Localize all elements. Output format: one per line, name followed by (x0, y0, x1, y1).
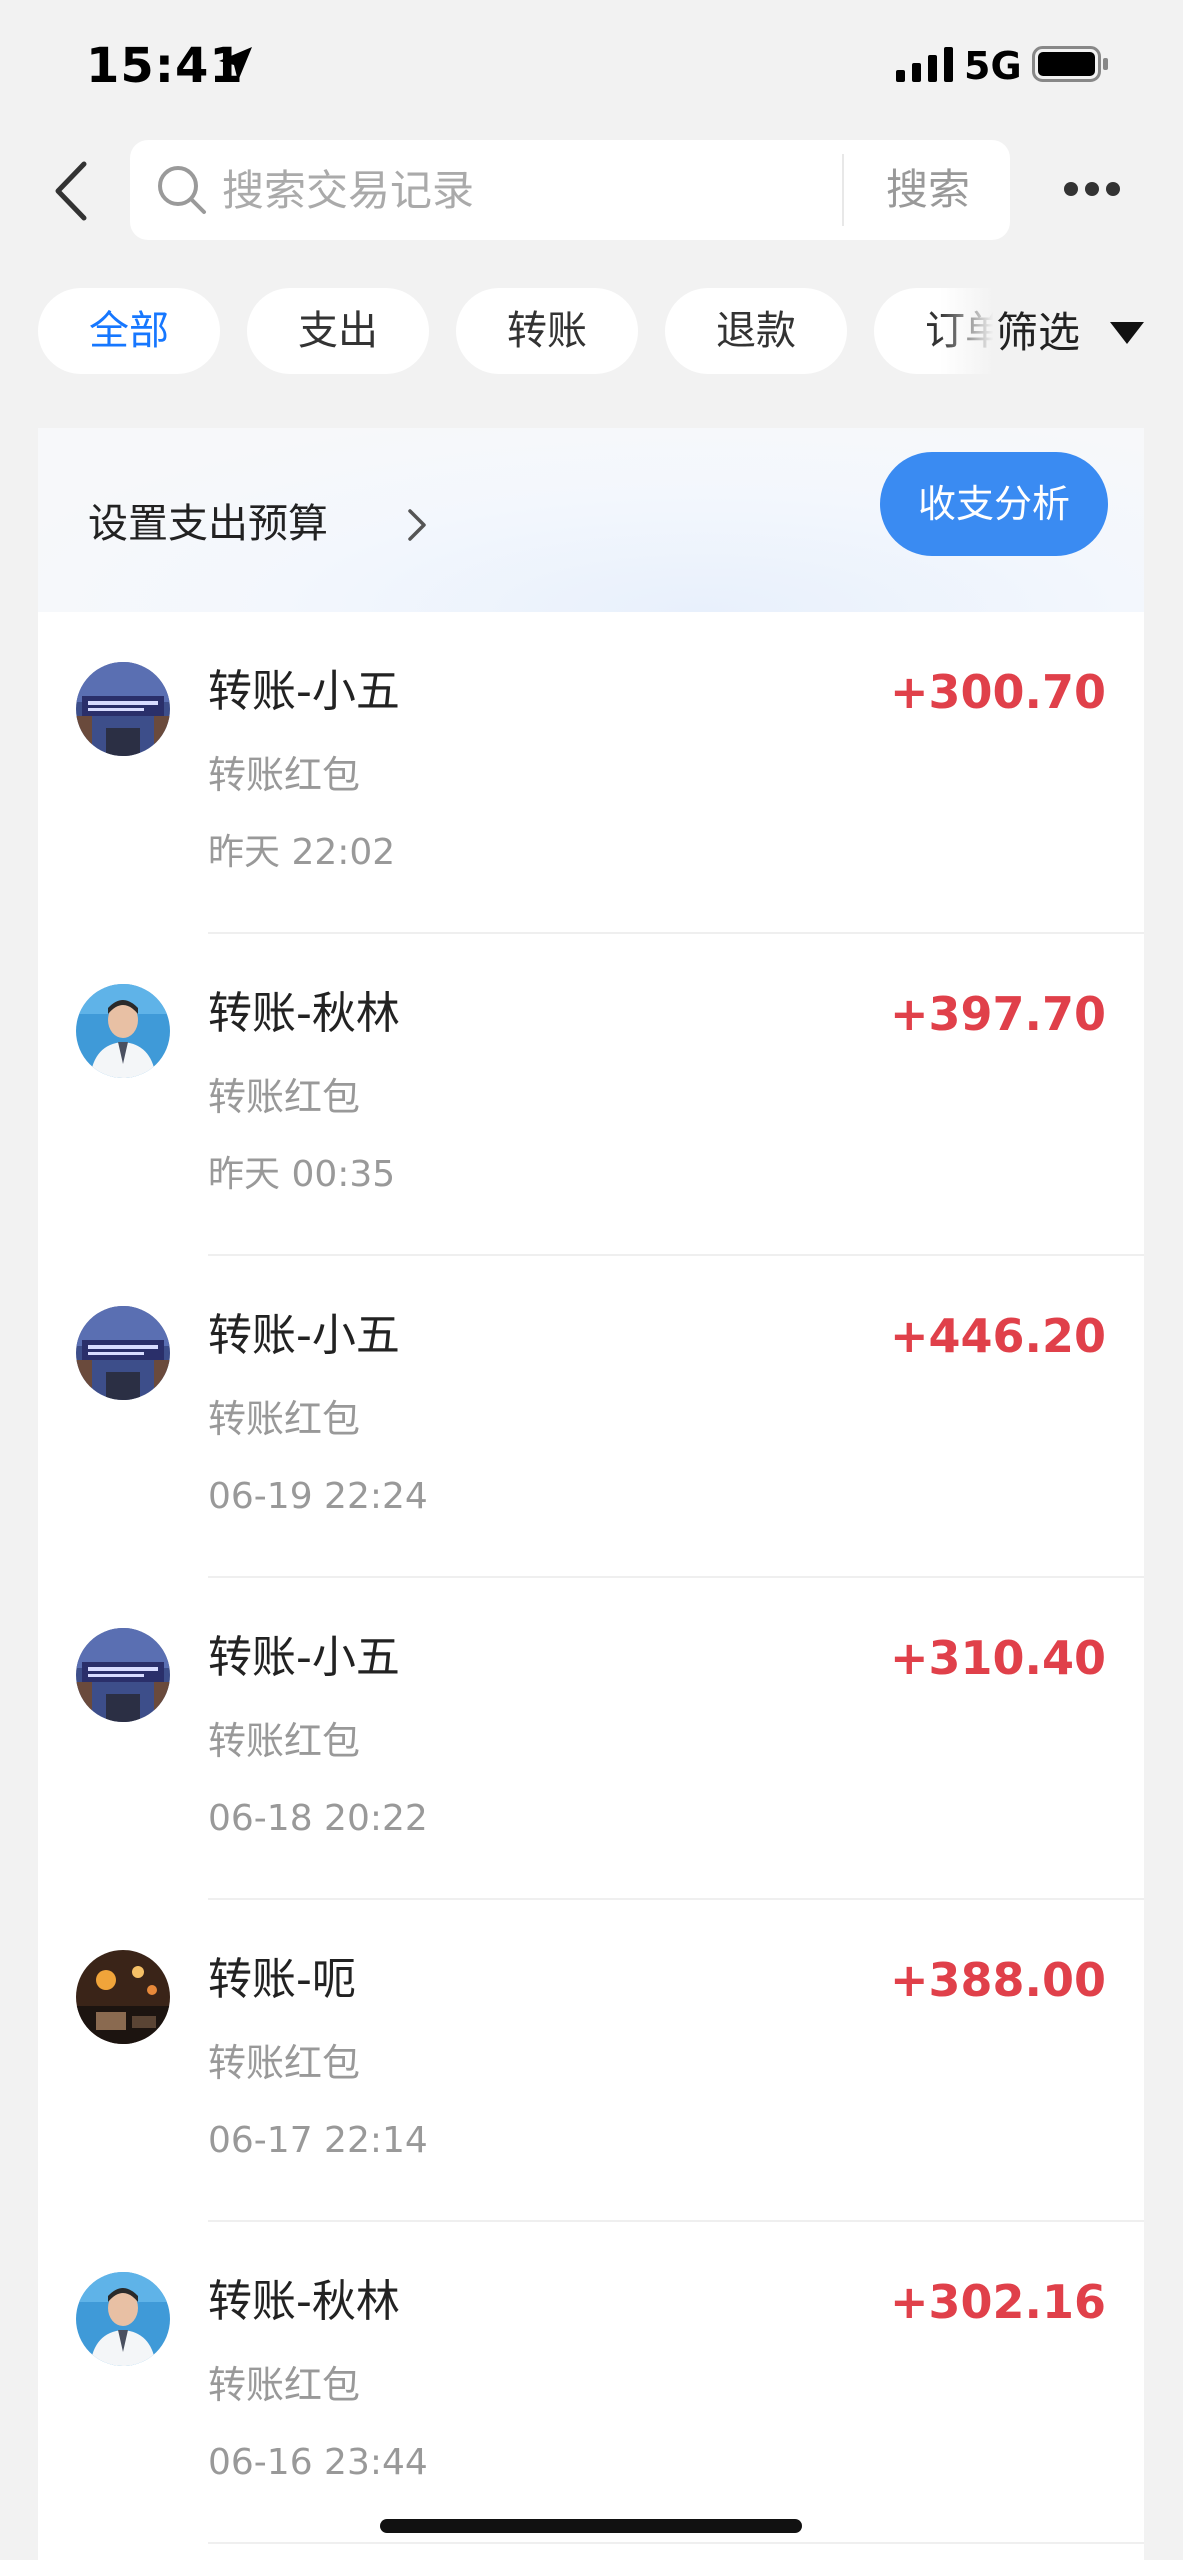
transaction-amount: +300.70 (889, 665, 1106, 719)
transaction-list-card: 设置支出预算 收支分析 转账-小五 转账红包 昨天 22:02 +300.70 … (38, 428, 1144, 2560)
transaction-records-page: 15:41 5G 搜索 全部 支出 (0, 0, 1183, 2560)
transaction-title: 转账-小五 (208, 1310, 400, 1361)
search-icon (158, 166, 206, 214)
transaction-amount: +310.40 (889, 1631, 1106, 1685)
avatar (76, 1628, 170, 1722)
avatar (76, 2272, 170, 2366)
transaction-amount: +388.00 (889, 1953, 1106, 2007)
transaction-row[interactable]: 转账-小五 转账红包 昨天 22:02 +300.70 (38, 612, 1144, 934)
tab-refund[interactable]: 退款 (665, 288, 847, 374)
search-input[interactable] (222, 140, 942, 240)
location-arrow-icon (219, 47, 252, 81)
transaction-type: 转账红包 (208, 1397, 361, 1441)
transaction-row[interactable]: 转账-小五 转账红包 06-19 22:24 +446.20 (38, 1256, 1144, 1578)
filter-button[interactable]: 筛选 (996, 300, 1144, 366)
summary-section: 设置支出预算 收支分析 (38, 428, 1144, 612)
avatar (76, 1306, 170, 1400)
transaction-title: 转账-呃 (208, 1954, 356, 2005)
transaction-time: 06-17 22:14 (208, 2120, 428, 2161)
income-expense-analysis-button[interactable]: 收支分析 (880, 452, 1108, 556)
budget-label: 设置支出预算 (88, 501, 328, 547)
transaction-type: 转账红包 (208, 1719, 361, 1763)
tab-expense[interactable]: 支出 (247, 288, 429, 374)
row-divider (208, 2542, 1144, 2544)
search-button[interactable]: 搜索 (846, 140, 1010, 240)
night-street-lights-icon (76, 1950, 170, 2044)
street-night-sign-icon (76, 1306, 170, 1400)
more-options-icon[interactable] (1060, 170, 1124, 210)
transaction-time: 昨天 00:35 (208, 1154, 396, 1195)
doctor-portrait-icon (76, 2272, 170, 2366)
avatar (76, 984, 170, 1078)
doctor-portrait-icon (76, 984, 170, 1078)
search-bar: 搜索 (130, 140, 1010, 240)
transaction-amount: +397.70 (889, 987, 1106, 1041)
avatar (76, 1950, 170, 2044)
transaction-row[interactable]: 转账-秋林 转账红包 06-16 23:44 +302.16 (38, 2222, 1144, 2544)
network-type: 5G (964, 44, 1022, 88)
street-night-sign-icon (76, 662, 170, 756)
transaction-type: 转账红包 (208, 753, 361, 797)
transaction-type: 转账红包 (208, 2041, 361, 2085)
tab-all[interactable]: 全部 (38, 288, 220, 374)
avatar (76, 662, 170, 756)
transaction-title: 转账-小五 (208, 666, 400, 717)
chevron-right-icon (408, 509, 426, 541)
transaction-title: 转账-秋林 (208, 988, 400, 1039)
transaction-type: 转账红包 (208, 1075, 361, 1119)
home-indicator (380, 2519, 802, 2533)
set-budget-link[interactable]: 设置支出预算 (88, 494, 426, 554)
tab-transfer[interactable]: 转账 (456, 288, 638, 374)
battery-icon (1032, 46, 1108, 82)
transaction-row[interactable]: 转账-小五 转账红包 06-18 20:22 +310.40 (38, 1578, 1144, 1900)
transaction-row[interactable]: 转账-秋林 转账红包 昨天 00:35 +397.70 (38, 934, 1144, 1256)
back-arrow-icon[interactable] (52, 160, 92, 222)
status-bar: 15:41 5G (0, 0, 1183, 130)
transaction-amount: +302.16 (889, 2275, 1106, 2329)
transaction-title: 转账-小五 (208, 1632, 400, 1683)
transaction-row[interactable]: 转账-呃 转账红包 06-17 22:14 +388.00 (38, 1900, 1144, 2222)
cellular-signal-icon (896, 47, 953, 82)
transaction-time: 06-16 23:44 (208, 2442, 428, 2483)
caret-down-icon (1110, 322, 1144, 344)
transaction-title: 转账-秋林 (208, 2276, 400, 2327)
street-night-sign-icon (76, 1628, 170, 1722)
filter-label: 筛选 (996, 308, 1081, 357)
summary-totals-cropped (78, 428, 978, 438)
transaction-time: 昨天 22:02 (208, 832, 396, 873)
transaction-amount: +446.20 (889, 1309, 1106, 1363)
transaction-time: 06-19 22:24 (208, 1476, 428, 1517)
transaction-type: 转账红包 (208, 2363, 361, 2407)
search-divider (842, 154, 844, 226)
transaction-time: 06-18 20:22 (208, 1798, 428, 1839)
